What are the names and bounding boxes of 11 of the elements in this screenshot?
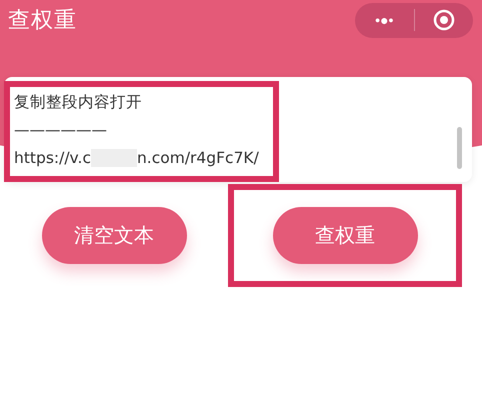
- more-button[interactable]: •●•: [355, 2, 414, 38]
- url-text: https://v.c: [14, 148, 91, 169]
- text-line: 复制整段内容打开: [14, 92, 143, 113]
- target-icon: [432, 9, 455, 31]
- text-line: ——————: [14, 120, 108, 141]
- clear-button[interactable]: 清空文本: [42, 207, 186, 264]
- scrollbar: [457, 127, 462, 169]
- check-button[interactable]: 查权重: [272, 207, 418, 264]
- url-text: n.com/r4gFc7K/: [136, 148, 259, 169]
- page-title: 查权重: [8, 7, 77, 35]
- text-input-card[interactable]: 复制整段内容打开 —————— https://v.c n.com/r4gFc7K/: [4, 77, 472, 182]
